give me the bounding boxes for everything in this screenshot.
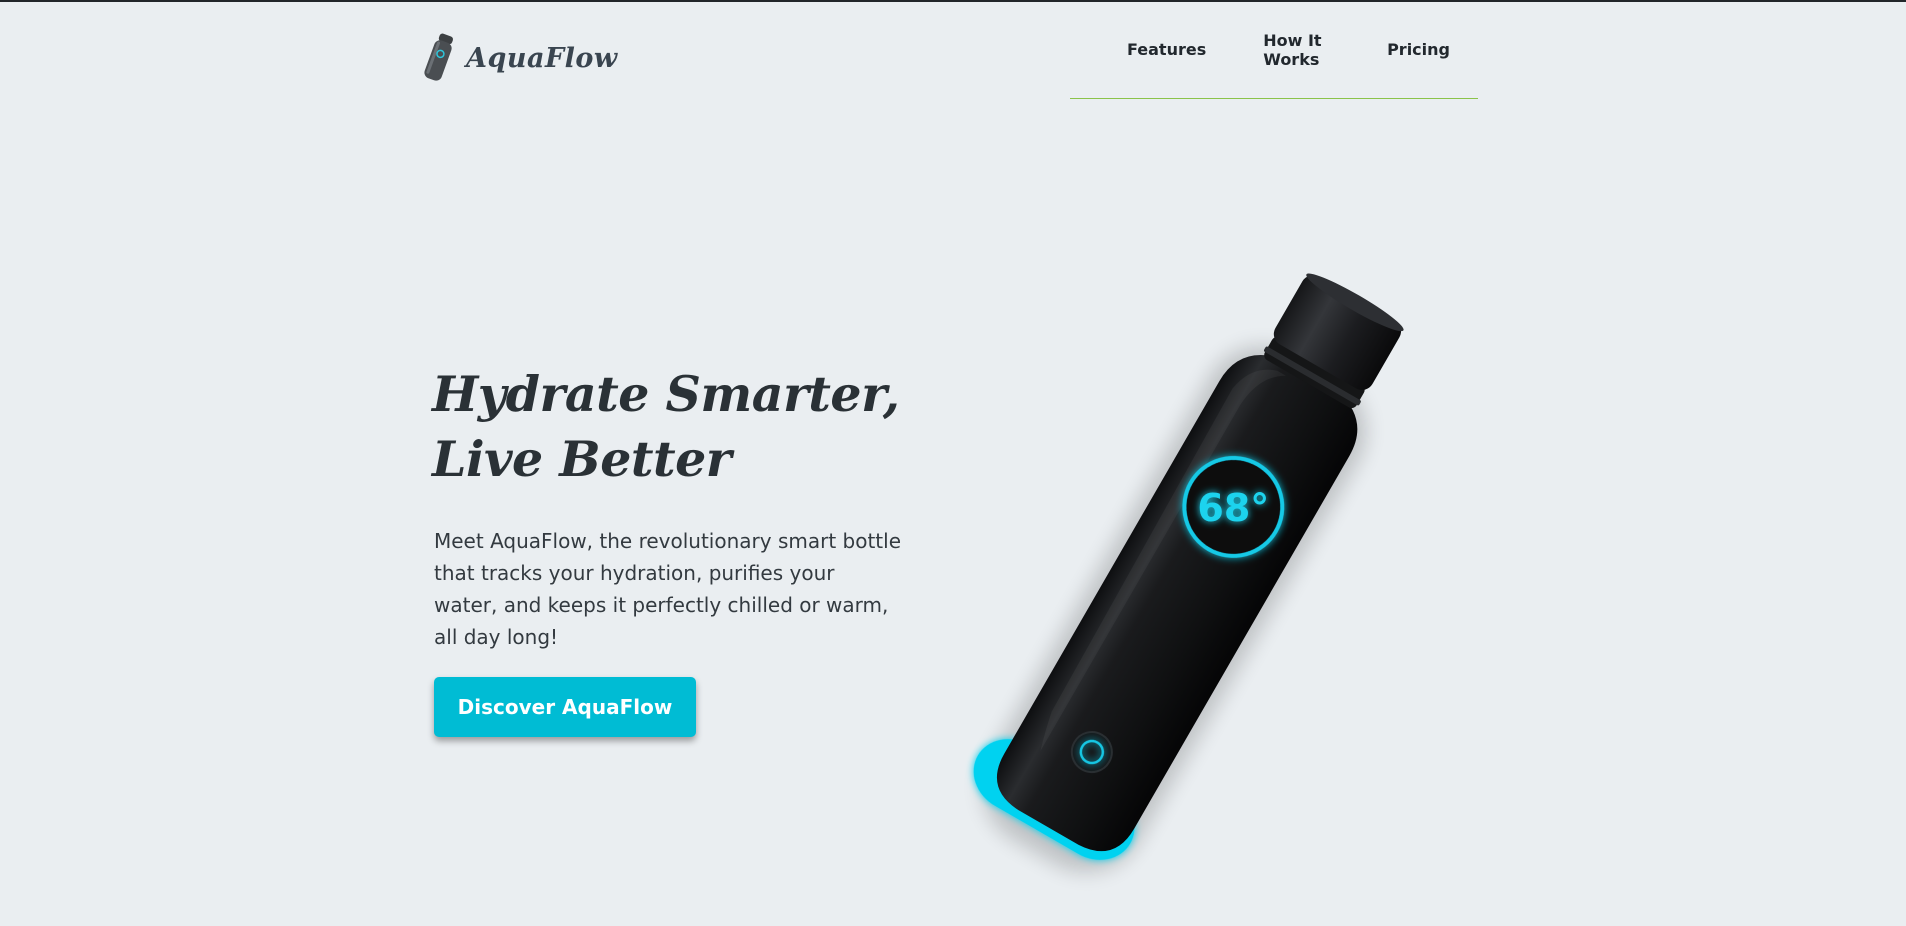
hero-text: Hydrate Smarter, Live Better Meet AquaFl… <box>432 362 912 653</box>
discover-button[interactable]: Discover AquaFlow <box>434 677 696 737</box>
smart-bottle-image: 68° <box>973 273 1404 873</box>
site-header: AquaFlow Features How It Works Pricing <box>0 2 1906 102</box>
main-nav: Features How It Works Pricing <box>1070 2 1478 99</box>
product-image: 68° <box>930 242 1450 902</box>
nav-features[interactable]: Features <box>1127 40 1206 59</box>
hero-title-line-2: Live Better <box>432 430 732 488</box>
bottle-icon <box>424 33 454 81</box>
hero-title-line-1: Hydrate Smarter, <box>432 365 900 423</box>
brand-name: AquaFlow <box>466 42 618 74</box>
nav-pricing[interactable]: Pricing <box>1387 40 1450 59</box>
hero-description: Meet AquaFlow, the revolutionary smart b… <box>434 529 902 649</box>
nav-how-it-works[interactable]: How It Works <box>1263 31 1330 69</box>
brand-logo[interactable]: AquaFlow <box>420 30 618 86</box>
bottle-temperature-display: 68° <box>1197 486 1269 530</box>
hero-title: Hydrate Smarter, Live Better <box>432 362 902 492</box>
